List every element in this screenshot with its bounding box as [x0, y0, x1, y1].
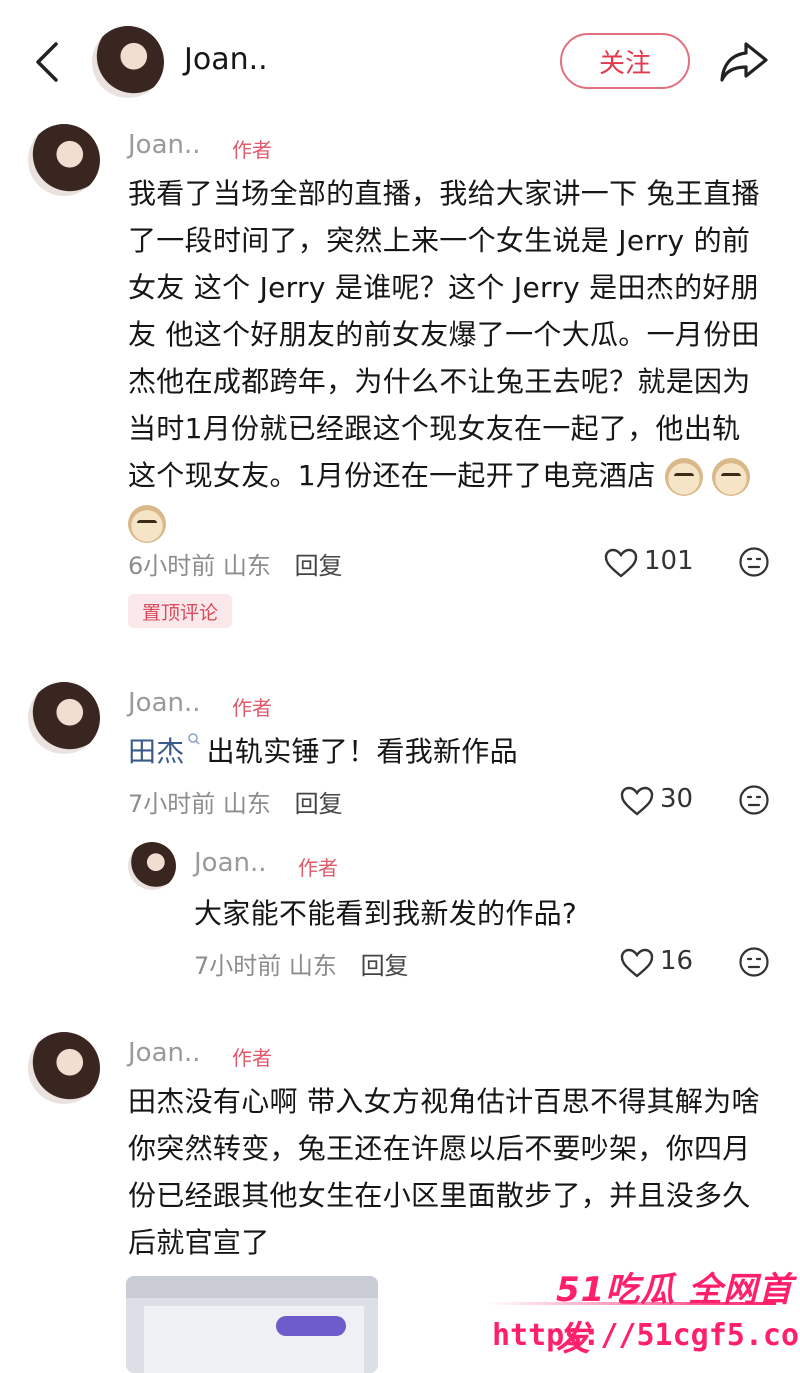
comment-line: 后就官宣了: [128, 1226, 270, 1259]
emoji-face-icon[interactable]: [738, 946, 770, 978]
author-tag: 作者: [232, 138, 272, 162]
author-tag: 作者: [298, 856, 338, 880]
comment-line: 你突然转变，兔王还在许愿以后不要吵架，你四月: [128, 1132, 751, 1165]
comment-line: 这个现女友。1月份还在一起开了电竞酒店: [128, 459, 656, 492]
comment-body: 出轨实锤了！看我新作品: [206, 735, 518, 768]
sticker-emoji-icon: [128, 505, 166, 543]
follow-button[interactable]: 关注: [560, 33, 690, 89]
comment-line: 了一段时间了，突然上来一个女生说是 Jerry 的前: [128, 224, 751, 257]
comment-avatar[interactable]: [28, 124, 100, 196]
watermark-divider: [486, 1302, 776, 1305]
comment-line: 女友 这个 Jerry 是谁呢？这个 Jerry 是田杰的好朋: [128, 271, 759, 304]
header-avatar[interactable]: [92, 26, 164, 98]
comment-text: 田杰 出轨实锤了！看我新作品: [128, 728, 778, 775]
comment-author-name[interactable]: Joan..: [128, 1038, 201, 1068]
reply-button[interactable]: 回复: [361, 952, 409, 980]
reply-button[interactable]: 回复: [295, 790, 343, 818]
comment-avatar[interactable]: [28, 682, 100, 754]
watermark-url: https://51cgf5.com: [492, 1318, 800, 1353]
comment-line: 友 他这个好朋友的前女友爆了一个大瓜。一月份田: [128, 318, 760, 351]
comment-line: 我看了当场全部的直播，我给大家讲一下 兔王直播: [128, 177, 760, 210]
comment-line: 份已经跟其他女生在小区里面散步了，并且没多久: [128, 1179, 751, 1212]
author-tag: 作者: [232, 696, 272, 720]
heart-icon[interactable]: [620, 786, 654, 816]
header-username[interactable]: Joan..: [184, 42, 268, 77]
pinned-comment-badge: 置顶评论: [128, 594, 232, 628]
sticker-emoji-icon: [664, 458, 703, 496]
like-count: 16: [660, 946, 694, 976]
comment-author-name[interactable]: Joan..: [128, 688, 201, 718]
mention-link[interactable]: 田杰: [128, 735, 185, 768]
comment-line: 当时1月份就已经跟这个现女友在一起了，他出轨: [128, 412, 741, 445]
comment-text: 我看了当场全部的直播，我给大家讲一下 兔王直播 了一段时间了，突然上来一个女生说…: [128, 170, 778, 546]
share-icon[interactable]: [718, 38, 770, 86]
comment-line: 杰他在成都跨年，为什么不让兔王去呢？就是因为: [128, 365, 751, 398]
author-tag: 作者: [232, 1046, 272, 1070]
attached-image-thumbnail[interactable]: [126, 1276, 378, 1373]
heart-icon[interactable]: [620, 948, 654, 978]
reply-time: 7小时前: [194, 952, 282, 980]
emoji-face-icon[interactable]: [738, 784, 770, 816]
reply-meta: 7小时前 山东 回复: [194, 946, 409, 981]
heart-icon[interactable]: [604, 548, 638, 578]
back-icon[interactable]: [28, 40, 68, 84]
comment-location: 山东: [222, 552, 271, 580]
reply-avatar[interactable]: [128, 842, 176, 890]
comment-text: 田杰没有心啊 带入女方视角估计百思不得其解为啥 你突然转变，兔王还在许愿以后不要…: [128, 1078, 778, 1266]
emoji-face-icon[interactable]: [738, 546, 770, 578]
like-count: 101: [644, 546, 694, 576]
sticker-emoji-icon: [711, 458, 750, 496]
comment-line: 田杰没有心啊 带入女方视角估计百思不得其解为啥: [128, 1085, 760, 1118]
comment-meta: 6小时前 山东 回复: [128, 546, 343, 581]
reply-text: 大家能不能看到我新发的作品?: [194, 897, 578, 930]
reply-button[interactable]: 回复: [295, 552, 343, 580]
comment-time: 7小时前: [128, 790, 216, 818]
search-icon: [187, 733, 200, 745]
comment-location: 山东: [222, 790, 271, 818]
comment-avatar[interactable]: [28, 1032, 100, 1104]
reply-author-name[interactable]: Joan..: [194, 848, 267, 878]
comment-author-name[interactable]: Joan..: [128, 130, 201, 160]
reply-location: 山东: [288, 952, 337, 980]
comment-meta: 7小时前 山东 回复: [128, 784, 343, 819]
like-count: 30: [660, 784, 694, 814]
comment-time: 6小时前: [128, 552, 216, 580]
